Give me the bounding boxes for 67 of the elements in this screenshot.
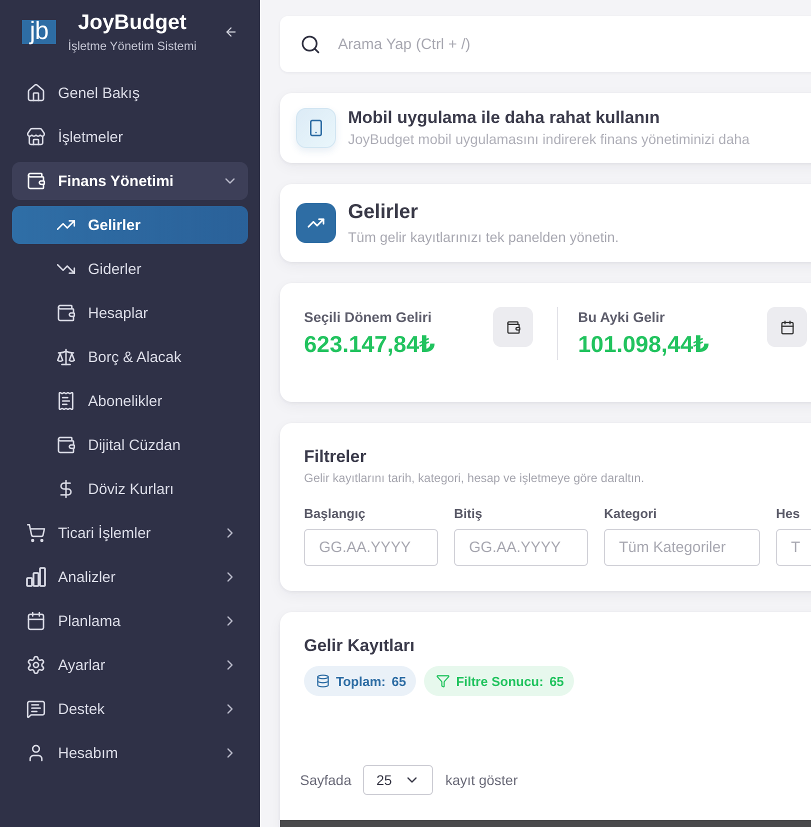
- nav-subitem[interactable]: Gelirler: [12, 206, 248, 244]
- nav-item[interactable]: Analizler: [12, 558, 248, 596]
- badge-label: Filtre Sonucu:: [456, 674, 544, 688]
- stat-value: 623.147,84₺: [304, 330, 436, 358]
- nav-subitem[interactable]: Abonelikler: [12, 382, 248, 420]
- receipt-icon: [56, 391, 76, 411]
- field-label: Bitiş: [454, 506, 484, 521]
- filter-input[interactable]: GG.AA.YYYY: [454, 529, 588, 566]
- stat-value: 101.098,44₺: [578, 330, 710, 358]
- logo-mark: jb: [22, 20, 56, 44]
- filter-input[interactable]: Tüm Kategoriler: [604, 529, 760, 566]
- page-subtitle: Tüm gelir kayıtlarınızı tek panelden yönetin.: [348, 228, 619, 246]
- calendar-icon: [26, 611, 46, 631]
- calendar-icon: [767, 307, 807, 347]
- nav-subitem[interactable]: Döviz Kurları: [12, 470, 248, 508]
- wallet-icon: [56, 303, 76, 323]
- filter-input[interactable]: T: [776, 529, 811, 566]
- nav-item[interactable]: Planlama: [12, 602, 248, 640]
- field-label: Kategori: [604, 506, 658, 521]
- store-icon: [26, 127, 46, 147]
- banner-title: Mobil uygulama ile daha rahat kullanın: [348, 107, 661, 129]
- database-icon: [316, 674, 330, 688]
- nav-item[interactable]: Genel Bakış: [12, 74, 248, 112]
- nav-item[interactable]: Ticari İşlemler: [12, 514, 248, 552]
- arrow-left-icon[interactable]: [224, 25, 238, 39]
- page-size-suffix: kayıt göster: [445, 772, 518, 788]
- stat-label: Bu Ayki Gelir: [578, 308, 666, 326]
- nav-item[interactable]: Hesabım: [12, 734, 248, 772]
- filter-input[interactable]: GG.AA.YYYY: [304, 529, 438, 566]
- badge-label: Toplam:: [336, 674, 386, 688]
- cart-icon: [26, 523, 46, 543]
- banner-text: JoyBudget mobil uygulamasını indirerek finans yönetiminizi daha: [348, 130, 750, 149]
- app-name: JoyBudget: [78, 11, 186, 35]
- house-icon: [26, 83, 46, 103]
- wallet-icon: [493, 307, 533, 347]
- nav-item[interactable]: İşletmeler: [12, 118, 248, 156]
- nav-subitem[interactable]: Dijital Cüzdan: [12, 426, 248, 464]
- nav-subitem[interactable]: Giderler: [12, 250, 248, 288]
- scale-icon: [56, 347, 76, 367]
- settings-icon: [26, 655, 46, 675]
- field-label: Hes: [776, 506, 801, 521]
- bar-chart-icon: [26, 567, 46, 587]
- search-icon: [300, 34, 321, 54]
- phone-icon: [296, 108, 336, 148]
- badge-count: 65: [392, 674, 406, 688]
- field-label: Başlangıç: [304, 506, 366, 521]
- filter-icon: [436, 674, 450, 688]
- search-field[interactable]: Arama Yap (Ctrl + /): [280, 16, 811, 72]
- wallet-icon: [56, 435, 76, 455]
- filters-title: Filtreler: [304, 447, 368, 467]
- page-size-label: Sayfada: [300, 772, 352, 788]
- nav-item[interactable]: Ayarlar: [12, 646, 248, 684]
- nav-item[interactable]: Destek: [12, 690, 248, 728]
- stat-label: Seçili Dönem Geliri: [304, 308, 433, 326]
- chat-icon: [26, 699, 46, 719]
- records-title: Gelir Kayıtları: [304, 636, 416, 656]
- badge-count: 65: [549, 674, 564, 688]
- search-input[interactable]: Arama Yap (Ctrl + /): [338, 29, 778, 59]
- nav-item[interactable]: Finans Yönetimi: [12, 162, 248, 200]
- page-title: Gelirler: [348, 200, 420, 224]
- nav-subitem[interactable]: Hesaplar: [12, 294, 248, 332]
- trending-up-icon: [296, 203, 336, 243]
- page-size-select[interactable]: 25: [363, 765, 434, 795]
- filters-subtitle: Gelir kayıtlarını tarih, kategori, hesap ve işletmeye göre daraltın.: [304, 470, 646, 486]
- app-subtitle: İşletme Yönetim Sistemi: [68, 39, 196, 53]
- nav-subitem[interactable]: Borç & Alacak: [12, 338, 248, 376]
- wallet-icon: [26, 171, 46, 191]
